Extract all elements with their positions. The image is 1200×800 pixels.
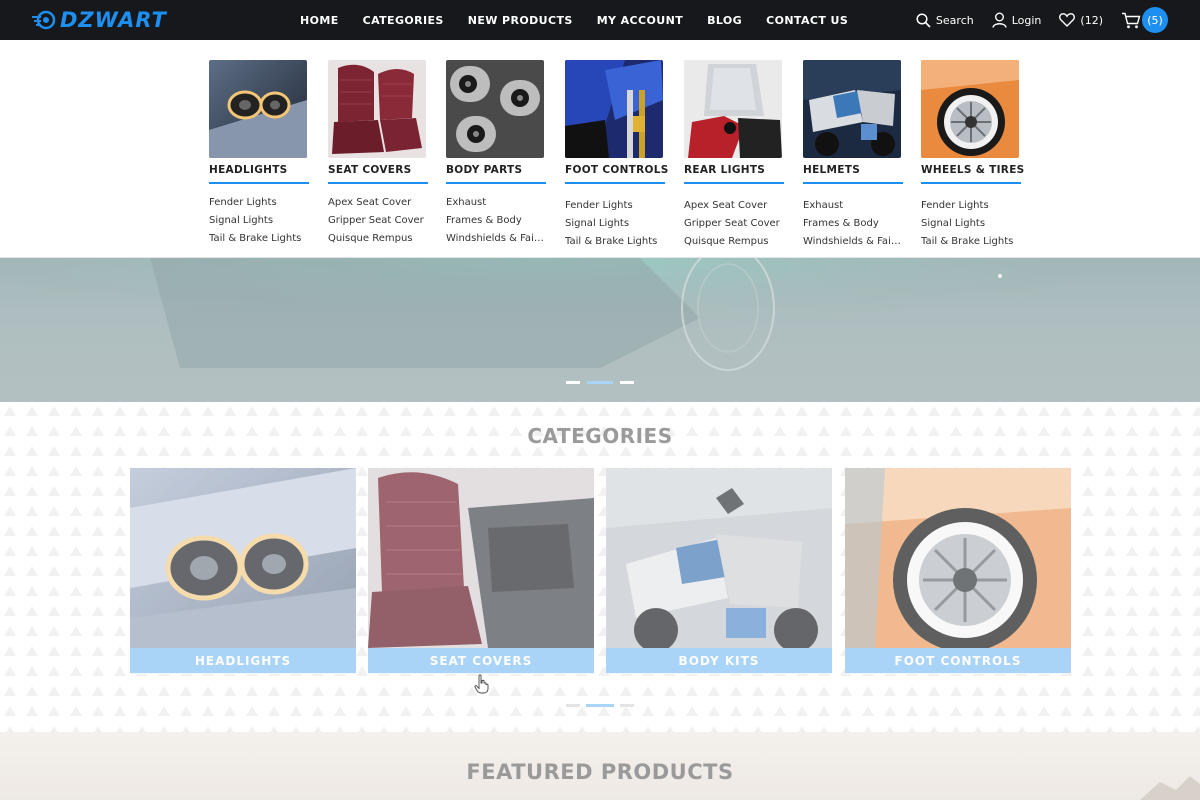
mega-title-seat-covers[interactable]: SEAT COVERS xyxy=(328,164,428,184)
wheel-logo-icon xyxy=(32,10,56,30)
mega-link[interactable]: Windshields & Fairings xyxy=(803,233,903,251)
category-label: BODY KITS xyxy=(606,648,832,673)
mega-link[interactable]: Quisque Rempus xyxy=(328,230,428,248)
user-icon xyxy=(992,12,1007,28)
search-button[interactable]: Search xyxy=(916,12,974,28)
mega-column-headlights: HEADLIGHTS Fender Lights Signal Lights T… xyxy=(209,60,309,248)
hero-pagination xyxy=(566,381,634,384)
mega-link[interactable]: Exhaust xyxy=(803,197,903,215)
categories-section: CATEGORIES HEADLIGHTS SEAT COVERS BODY K… xyxy=(0,402,1200,732)
seat-covers-photo xyxy=(368,468,594,648)
mega-link[interactable]: Tail & Brake Lights xyxy=(565,233,665,251)
category-card-seat-covers[interactable]: SEAT COVERS xyxy=(368,468,594,674)
cart-button[interactable]: (5) xyxy=(1121,7,1168,33)
login-button[interactable]: Login xyxy=(992,12,1042,28)
mega-link[interactable]: Quisque Rempus xyxy=(684,233,784,251)
brand-name: DZWART xyxy=(60,8,167,32)
category-card-foot-controls[interactable]: FOOT CONTROLS xyxy=(845,468,1071,674)
foot-controls-photo xyxy=(845,468,1071,648)
mega-link[interactable]: Tail & Brake Lights xyxy=(209,230,309,248)
hero-banner[interactable] xyxy=(0,258,1200,402)
search-label: Search xyxy=(935,13,974,27)
mega-link[interactable]: Gripper Seat Cover xyxy=(328,212,428,230)
mega-link[interactable]: Gripper Seat Cover xyxy=(684,215,784,233)
hero-dot-2[interactable] xyxy=(587,381,613,384)
mega-column-wheels-tires: WHEELS & TIRES Fender Lights Signal Ligh… xyxy=(921,60,1024,251)
cart-icon xyxy=(1122,12,1141,28)
mega-title-wheels-tires[interactable]: WHEELS & TIRES xyxy=(921,164,1024,184)
headlights-thumbnail[interactable] xyxy=(209,60,307,158)
categories-dot-2[interactable] xyxy=(586,704,614,707)
categories-dot-1[interactable] xyxy=(566,704,580,707)
mega-link[interactable]: Fender Lights xyxy=(209,194,309,212)
category-card-body-kits[interactable]: BODY KITS xyxy=(606,468,832,674)
mega-link[interactable]: Signal Lights xyxy=(921,215,1021,233)
nav-home[interactable]: HOME xyxy=(300,14,339,27)
mega-link[interactable]: Fender Lights xyxy=(921,197,1021,215)
search-icon xyxy=(916,12,931,28)
category-label: FOOT CONTROLS xyxy=(845,648,1071,673)
headlights-photo xyxy=(130,468,356,648)
hero-dot-1[interactable] xyxy=(566,381,580,384)
mega-link[interactable]: Apex Seat Cover xyxy=(684,197,784,215)
mega-link[interactable]: Fender Lights xyxy=(565,197,665,215)
mega-column-seat-covers: SEAT COVERS Apex Seat Cover Gripper Seat… xyxy=(328,60,428,248)
helmets-thumbnail[interactable] xyxy=(803,60,901,158)
mega-link[interactable]: Signal Lights xyxy=(565,215,665,233)
mega-title-foot-controls[interactable]: FOOT CONTROLS xyxy=(565,164,668,184)
categories-title: CATEGORIES xyxy=(527,424,673,448)
hero-dot-3[interactable] xyxy=(620,381,634,384)
mega-title-helmets[interactable]: HELMETS xyxy=(803,164,903,184)
mega-link[interactable]: Tail & Brake Lights xyxy=(921,233,1021,251)
body-parts-thumbnail[interactable] xyxy=(446,60,544,158)
category-card-headlights[interactable]: HEADLIGHTS xyxy=(130,468,356,674)
mega-column-foot-controls: FOOT CONTROLS Fender Lights Signal Light… xyxy=(565,60,668,251)
mega-column-rear-lights: REAR LIGHTS Apex Seat Cover Gripper Seat… xyxy=(684,60,784,251)
wishlist-button[interactable]: (12) xyxy=(1059,13,1103,27)
mega-column-helmets: HELMETS Exhaust Frames & Body Windshield… xyxy=(803,60,903,251)
mega-title-body-parts[interactable]: BODY PARTS xyxy=(446,164,546,184)
nav-my-account[interactable]: MY ACCOUNT xyxy=(597,14,683,27)
nav-blog[interactable]: BLOG xyxy=(707,14,742,27)
mega-link[interactable]: Exhaust xyxy=(446,194,546,212)
mega-link[interactable]: Apex Seat Cover xyxy=(328,194,428,212)
categories-dot-3[interactable] xyxy=(620,704,634,707)
mega-link[interactable]: Signal Lights xyxy=(209,212,309,230)
mega-title-rear-lights[interactable]: REAR LIGHTS xyxy=(684,164,784,184)
featured-products-section: FEATURED PRODUCTS xyxy=(0,732,1200,800)
mega-link[interactable]: Frames & Body xyxy=(803,215,903,233)
login-label: Login xyxy=(1011,13,1042,27)
category-label: SEAT COVERS xyxy=(368,648,594,673)
foot-controls-thumbnail[interactable] xyxy=(565,60,663,158)
main-nav: HOME CATEGORIES NEW PRODUCTS MY ACCOUNT … xyxy=(288,0,860,40)
nav-new-products[interactable]: NEW PRODUCTS xyxy=(468,14,573,27)
top-navigation-bar: DZWART HOME CATEGORIES NEW PRODUCTS MY A… xyxy=(0,0,1200,40)
category-label: HEADLIGHTS xyxy=(130,648,356,673)
mega-column-body-parts: BODY PARTS Exhaust Frames & Body Windshi… xyxy=(446,60,546,248)
brand-logo[interactable]: DZWART xyxy=(32,8,167,32)
nav-categories[interactable]: CATEGORIES xyxy=(363,14,444,27)
mega-link[interactable]: Frames & Body xyxy=(446,212,546,230)
categories-mega-menu: HEADLIGHTS Fender Lights Signal Lights T… xyxy=(0,40,1200,258)
body-kits-photo xyxy=(606,468,832,648)
heart-icon xyxy=(1059,13,1076,27)
seat-covers-thumbnail[interactable] xyxy=(328,60,426,158)
featured-products-title: FEATURED PRODUCTS xyxy=(466,760,734,784)
wheels-tires-thumbnail[interactable] xyxy=(921,60,1019,158)
categories-pagination xyxy=(566,704,634,707)
mega-title-headlights[interactable]: HEADLIGHTS xyxy=(209,164,309,184)
wishlist-count: (12) xyxy=(1080,13,1103,27)
cart-count-badge: (5) xyxy=(1142,7,1168,33)
rear-lights-thumbnail[interactable] xyxy=(684,60,782,158)
hand-pointer-cursor-icon xyxy=(474,674,489,694)
mega-link[interactable]: Windshields & Fairings xyxy=(446,230,546,248)
header-tools: Search Login (12) (5) xyxy=(916,0,1168,40)
nav-contact-us[interactable]: CONTACT US xyxy=(766,14,848,27)
